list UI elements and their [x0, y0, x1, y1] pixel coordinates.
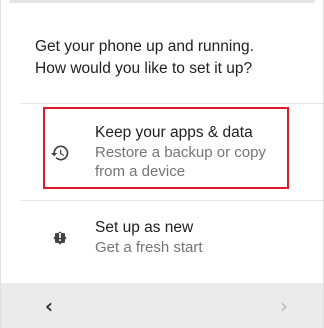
- chevron-right-icon: ›: [280, 294, 288, 318]
- setup-prompt: Get your phone up and running. How would…: [35, 36, 305, 80]
- top-edge: [9, 0, 315, 3]
- option-title: Set up as new: [95, 219, 194, 236]
- set-up-as-new-option[interactable]: Set up as new Get a fresh start: [21, 206, 323, 278]
- setup-screen: Get your phone up and running. How would…: [0, 0, 324, 328]
- back-button[interactable]: ‹: [34, 291, 64, 321]
- divider: [21, 200, 323, 201]
- highlight-box: [43, 107, 289, 189]
- option-subtitle: Get a fresh start: [95, 238, 295, 257]
- prompt-line-2: How would you like to set it up?: [35, 60, 253, 77]
- divider: [21, 103, 323, 104]
- prompt-line-1: Get your phone up and running.: [35, 38, 254, 55]
- next-button[interactable]: ›: [269, 291, 299, 321]
- chevron-left-icon: ‹: [44, 294, 54, 318]
- bottom-nav-bar: ‹ ›: [1, 283, 323, 328]
- new-device-icon: [53, 231, 67, 245]
- option-subtitle-line-1: Get a fresh start: [95, 239, 203, 256]
